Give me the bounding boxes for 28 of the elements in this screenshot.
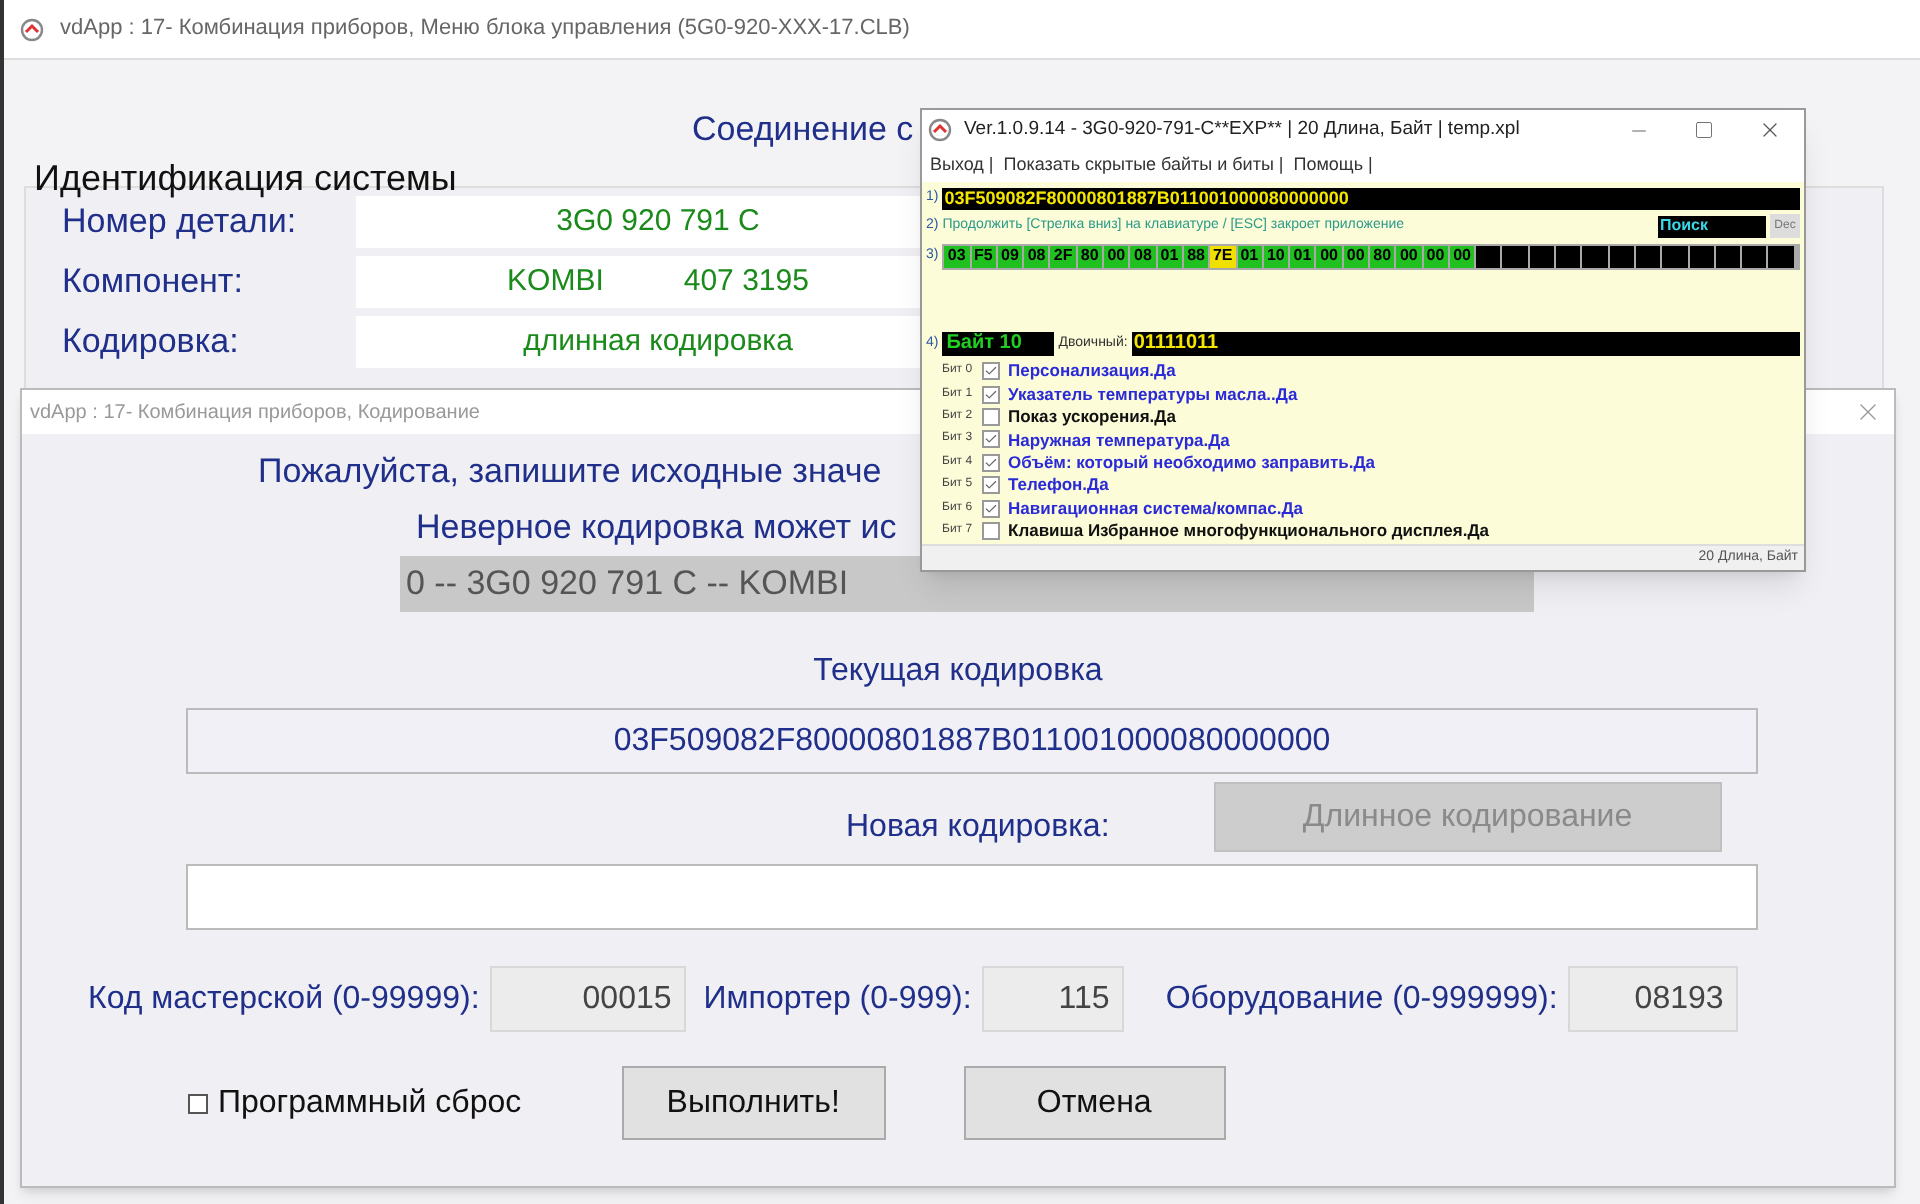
param-label: Код мастерской (0-99999): <box>88 979 480 1019</box>
bit-description: Персонализация.Да <box>1008 358 1176 385</box>
param-label: Оборудование (0-999999): <box>1165 979 1558 1019</box>
bit-description: Показ ускорения.Да <box>1008 404 1176 430</box>
field-label: Номер детали: <box>60 200 299 245</box>
bit-description: Наружная температура.Да <box>1008 427 1230 453</box>
bit-description: Указатель температуры масла..Да <box>1008 381 1298 407</box>
warning-text: Пожалуйста, запишите исходные значе <box>258 452 882 490</box>
window-title: vdApp : 17- Комбинация приборов, Меню блока управления (5G0-920-XXX-17.CLB) <box>60 14 910 45</box>
new-coding-label: Новая кодировка: <box>846 807 1110 847</box>
warning-text: Неверное кодировка может ис <box>416 507 897 545</box>
coding-display: 03F509082F80000801887B011001000080000000 <box>942 187 1800 209</box>
param-label: Импортер (0-999): <box>703 979 972 1019</box>
binary-value: 01111011 <box>1131 332 1800 356</box>
bit-description: Навигационная система/компас.Да <box>1008 495 1304 521</box>
byte-number: Байт 10 <box>942 332 1055 356</box>
dialog-title: vdApp : 17- Комбинация приборов, Кодирование <box>30 399 480 427</box>
bit-description: Клавиша Избранное многофункционального дисплея.Да <box>1008 518 1489 544</box>
current-coding-field: 03F509082F80000801887B011001000080000000 <box>186 708 1758 774</box>
window-title: Ver.1.0.9.14 - 3G0-920-791-C**EXP** | 20 Длина, Байт | temp.xpl <box>964 115 1520 144</box>
checkbox-label: Программный сброс <box>218 1083 522 1123</box>
bit-description: Телефон.Да <box>1008 472 1109 499</box>
group-title: Идентификация системы <box>34 158 457 198</box>
field-label: Компонент: <box>60 260 245 305</box>
connection-label: Соединение с <box>692 110 914 148</box>
current-coding-label: Текущая кодировка <box>813 652 1103 692</box>
field-label: Кодировка: <box>60 320 241 365</box>
bit-description: Объём: который необходимо заправить.Да <box>1008 450 1375 476</box>
